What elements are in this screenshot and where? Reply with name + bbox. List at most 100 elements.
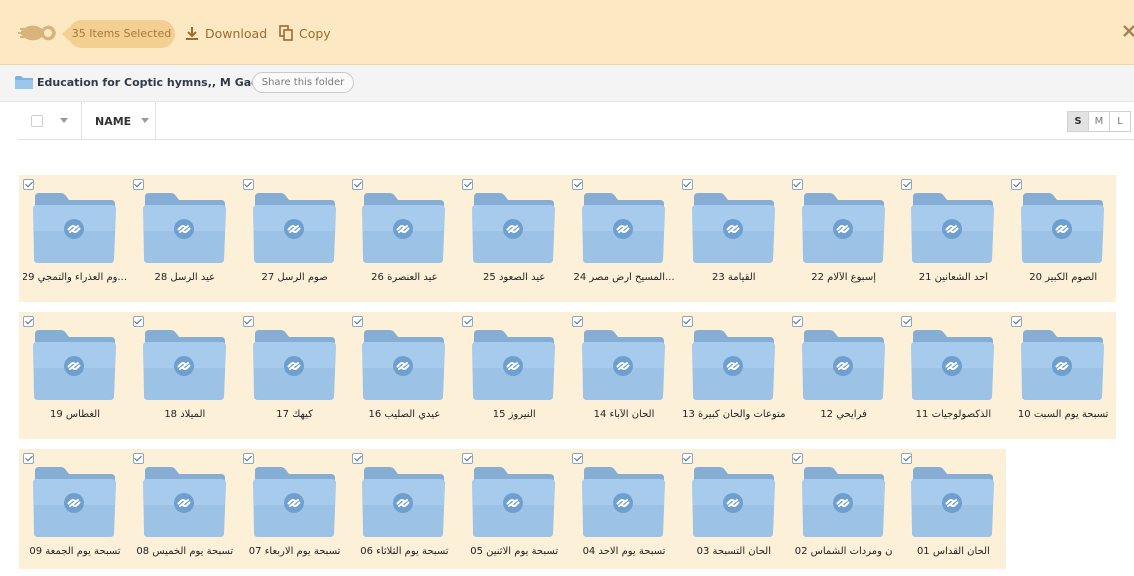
folder-checkbox[interactable] (462, 316, 474, 327)
folder-name[interactable]: الحان القداس 01 (901, 546, 1005, 557)
folder-checkbox[interactable] (132, 316, 144, 327)
folder-checkbox[interactable] (572, 453, 583, 464)
folder-name[interactable]: النيروز 15 (462, 409, 566, 420)
folder-checkbox[interactable] (901, 453, 913, 464)
folder-checkbox[interactable] (462, 453, 474, 464)
size-large-button[interactable]: L (1109, 111, 1131, 132)
mediafire-logo-icon[interactable] (18, 20, 58, 46)
folder-tile[interactable]: القيامة 23 (678, 175, 788, 302)
folder-name[interactable]: تسبحة يوم الثلاثاء 06 (352, 546, 456, 557)
folder-checkbox[interactable] (791, 179, 803, 190)
folder-checkbox[interactable] (242, 316, 254, 327)
select-dropdown-icon[interactable] (60, 118, 68, 123)
folder-name[interactable]: أحد الشعانين 21 (901, 272, 1005, 283)
items-selected-badge[interactable]: 35 Items Selected (62, 20, 175, 48)
folder-tile[interactable]: ن ومردات الشماس 02 (788, 449, 898, 576)
name-column-header[interactable]: NAME (95, 115, 131, 128)
folder-name[interactable]: الذكصولوجيات 11 (901, 409, 1005, 420)
select-all-checkbox[interactable] (31, 115, 43, 127)
size-small-button[interactable]: S (1067, 111, 1089, 132)
folder-tile[interactable]: تسبحة يوم الثلاثاء 06 (348, 449, 458, 576)
folder-checkbox[interactable] (791, 453, 803, 464)
folder-checkbox[interactable] (23, 453, 34, 464)
folder-name[interactable]: تسبحة يوم الاثنين 05 (462, 546, 566, 557)
folder-name[interactable]: تسبحة يوم الجمعة 09 (23, 546, 127, 557)
folder-tile[interactable]: صوم الرسل 27 (239, 175, 349, 302)
folder-tile[interactable]: ألحان الآباء 14 (568, 312, 678, 439)
folder-tile[interactable]: تسبحة يوم الاحد 04 (568, 449, 678, 576)
folder-tile[interactable]: إسبوع الآلام 22 (788, 175, 898, 302)
folder-checkbox[interactable] (242, 179, 254, 190)
folder-name[interactable]: ألحان الآباء 14 (572, 409, 676, 420)
folder-tile[interactable]: عيدي الصليب 16 (348, 312, 458, 439)
folder-name[interactable]: صوم الرسل 27 (243, 272, 347, 283)
folder-tile[interactable]: ألحان التسبحة 03 (678, 449, 788, 576)
folder-name[interactable]: ...المسيح أرض مصر 24 (572, 272, 676, 283)
folder-checkbox[interactable] (681, 453, 693, 464)
folder-name[interactable]: فرايحي 12 (792, 409, 896, 420)
folder-name[interactable]: كيهك 17 (243, 409, 347, 420)
folder-tile[interactable]: تسبحة يوم الاثنين 05 (458, 449, 568, 576)
folder-tile[interactable]: تسبحة يوم الخميس 08 (129, 449, 239, 576)
folder-name[interactable]: ...وم العذراء والتمجي 29 (23, 272, 127, 283)
close-icon[interactable] (1122, 22, 1134, 44)
folder-name[interactable]: عيدي الصليب 16 (352, 409, 456, 420)
folder-checkbox[interactable] (572, 316, 583, 327)
folder-tile[interactable]: تسبحة يوم الاربعاء 07 (239, 449, 349, 576)
folder-checkbox[interactable] (791, 316, 803, 327)
folder-tile[interactable]: كيهك 17 (239, 312, 349, 439)
folder-checkbox[interactable] (132, 179, 144, 190)
folder-tile[interactable]: الذكصولوجيات 11 (897, 312, 1007, 439)
folder-name[interactable]: عيد العنصرة 26 (352, 272, 456, 283)
folder-checkbox[interactable] (23, 316, 34, 327)
folder-name[interactable]: ن ومردات الشماس 02 (792, 546, 896, 557)
folder-checkbox[interactable] (572, 179, 583, 190)
folder-checkbox[interactable] (352, 316, 364, 327)
folder-tile[interactable]: فرايحي 12 (788, 312, 898, 439)
folder-tile[interactable]: الميلاد 18 (129, 312, 239, 439)
folder-checkbox[interactable] (132, 453, 144, 464)
folder-checkbox[interactable] (23, 179, 34, 190)
folder-name[interactable]: الصوم الكبير 20 (1011, 272, 1115, 283)
folder-checkbox[interactable] (242, 453, 254, 464)
folder-checkbox[interactable] (1011, 316, 1023, 327)
download-button[interactable]: Download (184, 23, 267, 43)
folder-name[interactable]: ألحان التسبحة 03 (682, 546, 786, 557)
folder-name[interactable]: تسبحة يوم الاحد 04 (572, 546, 676, 557)
folder-name[interactable]: عيد الصعود 25 (462, 272, 566, 283)
folder-name[interactable]: متوعات وألحان كبيرة 13 (682, 409, 786, 420)
folder-tile[interactable]: الحان القداس 01 (897, 449, 1007, 576)
folder-tile[interactable]: عيد الصعود 25 (458, 175, 568, 302)
folder-name[interactable]: عيد الرسل 28 (133, 272, 237, 283)
folder-name[interactable]: الميلاد 18 (133, 409, 237, 420)
folder-tile[interactable]: الصوم الكبير 20 (1007, 175, 1117, 302)
folder-tile[interactable]: تسبحة يوم الجمعة 09 (19, 449, 129, 576)
folder-checkbox[interactable] (901, 179, 913, 190)
folder-name[interactable]: تسبحة يوم الخميس 08 (133, 546, 237, 557)
folder-checkbox[interactable] (681, 179, 693, 190)
folder-name[interactable]: تسبحة يوم السبت 10 (1011, 409, 1115, 420)
folder-checkbox[interactable] (901, 316, 913, 327)
folder-tile[interactable]: عيد العنصرة 26 (348, 175, 458, 302)
folder-checkbox[interactable] (681, 316, 693, 327)
folder-tile[interactable]: تسبحة يوم السبت 10 (1007, 312, 1117, 439)
folder-tile[interactable]: ...وم العذراء والتمجي 29 (19, 175, 129, 302)
folder-tile[interactable]: النيروز 15 (458, 312, 568, 439)
share-folder-button[interactable]: Share this folder (252, 72, 354, 93)
copy-button[interactable]: Copy (278, 23, 331, 43)
folder-tile[interactable]: ...المسيح أرض مصر 24 (568, 175, 678, 302)
folder-checkbox[interactable] (1011, 179, 1023, 190)
folder-name[interactable]: القيامة 23 (682, 272, 786, 283)
folder-tile[interactable]: عيد الرسل 28 (129, 175, 239, 302)
folder-name[interactable]: تسبحة يوم الاربعاء 07 (243, 546, 347, 557)
sort-caret-icon[interactable] (141, 118, 149, 123)
folder-name[interactable]: الغطاس 19 (23, 409, 127, 420)
folder-checkbox[interactable] (352, 179, 364, 190)
folder-tile[interactable]: أحد الشعانين 21 (897, 175, 1007, 302)
folder-checkbox[interactable] (352, 453, 364, 464)
folder-tile[interactable]: متوعات وألحان كبيرة 13 (678, 312, 788, 439)
folder-tile[interactable]: الغطاس 19 (19, 312, 129, 439)
folder-name[interactable]: إسبوع الآلام 22 (792, 272, 896, 283)
size-medium-button[interactable]: M (1088, 111, 1110, 132)
folder-checkbox[interactable] (462, 179, 474, 190)
